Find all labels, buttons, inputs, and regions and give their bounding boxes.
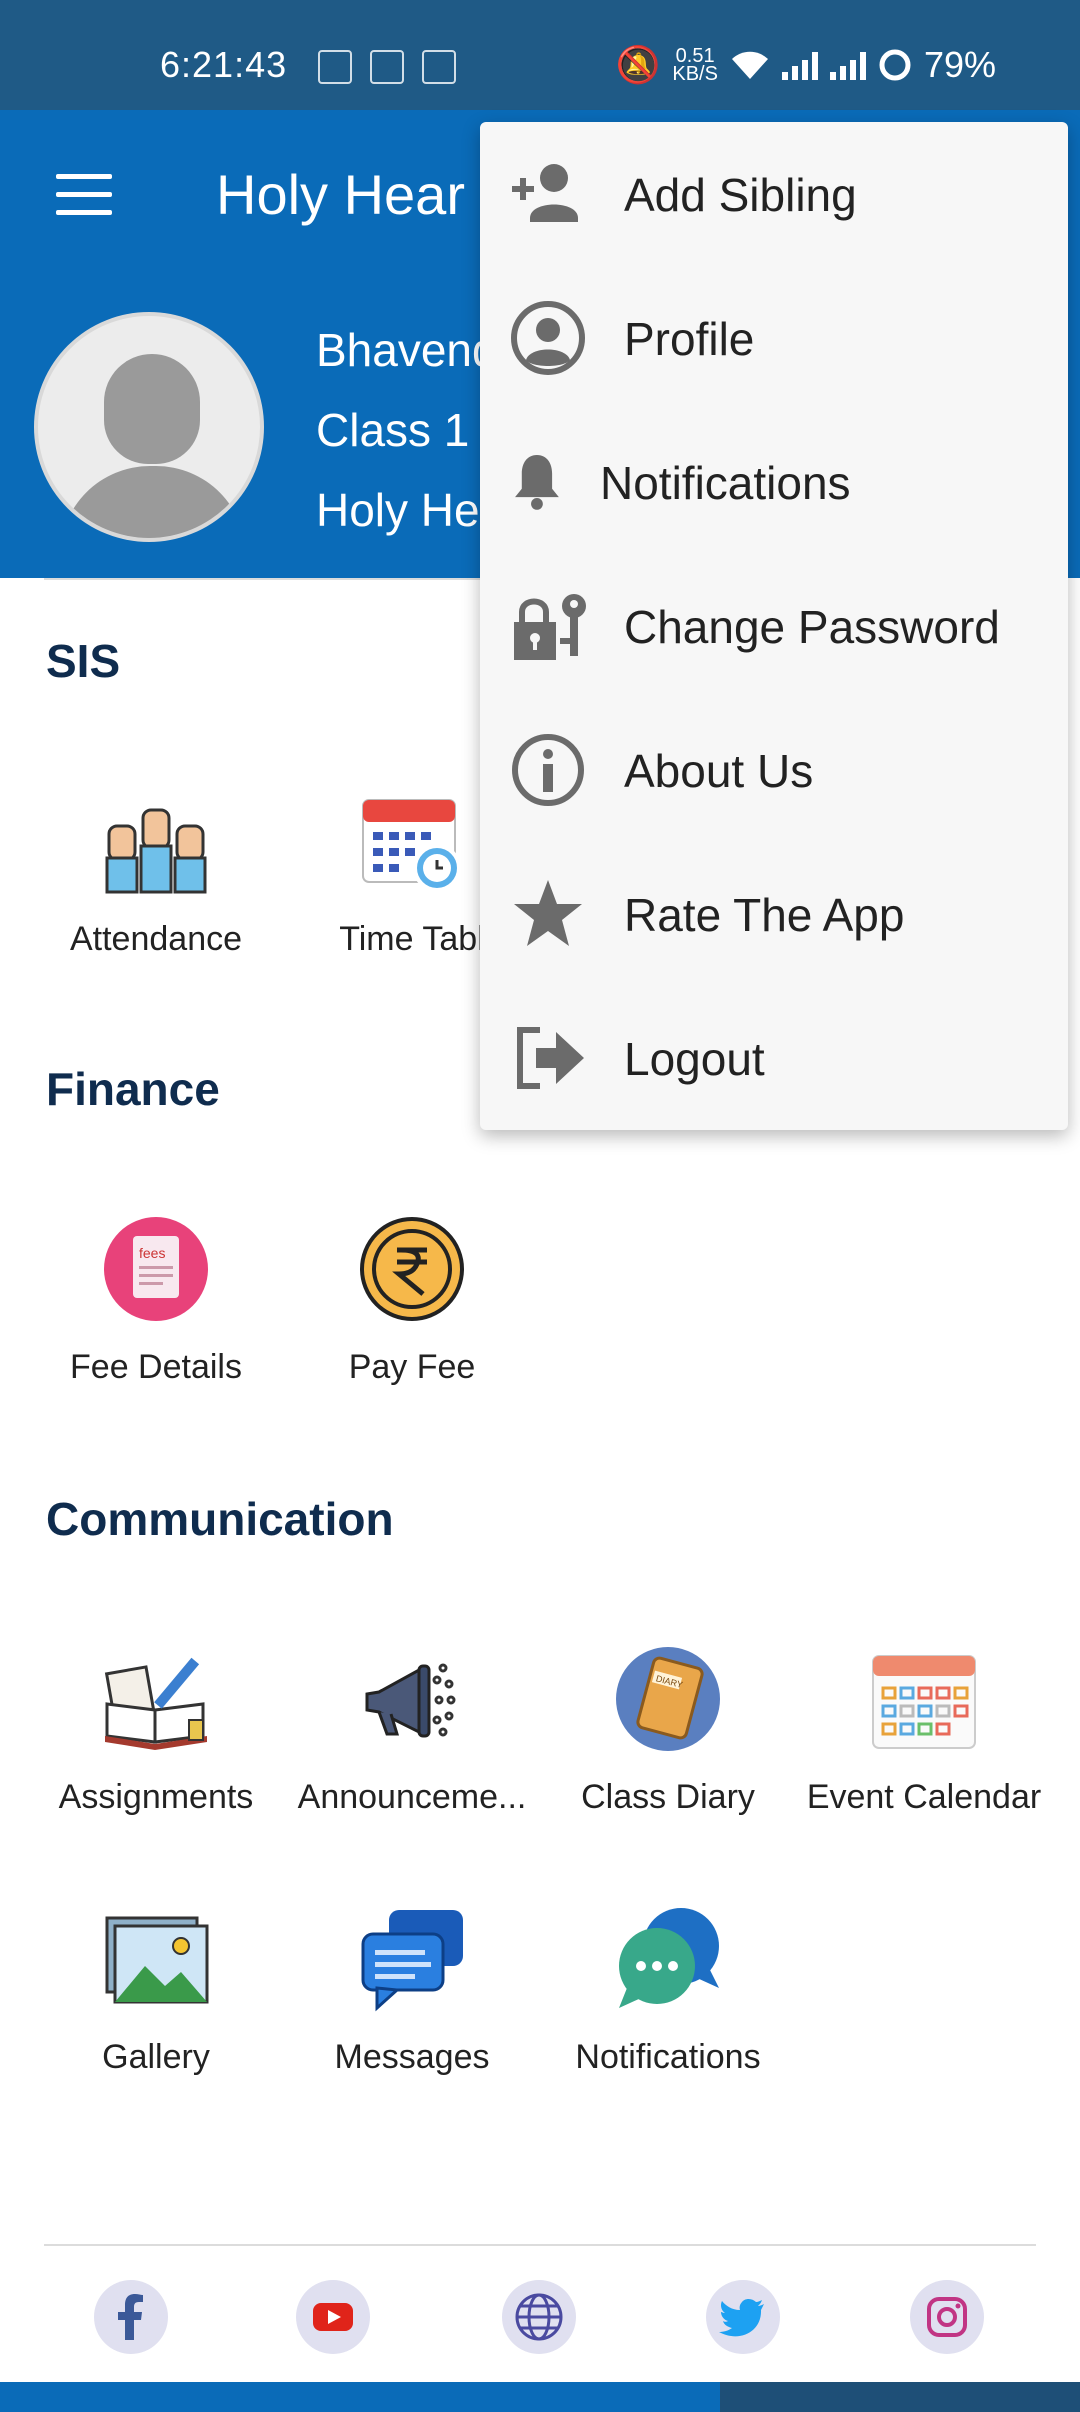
logout-icon (517, 1027, 584, 1089)
tile-messages[interactable]: Messages (284, 1904, 540, 2077)
tile-label: Announceme... (297, 1778, 527, 1816)
profile-icon (511, 301, 585, 375)
globe-icon[interactable] (502, 2280, 576, 2354)
status-app-icons (318, 50, 456, 84)
menu-item-rate-the-app[interactable]: Rate The App (480, 842, 1068, 986)
menu-item-label: Add Sibling (624, 169, 857, 221)
menu-item-label: Notifications (600, 457, 851, 509)
chat-notification-icon (613, 1904, 723, 2014)
book-pencil-icon (101, 1644, 211, 1754)
school-name: Holy He (316, 484, 480, 536)
info-icon (512, 734, 584, 806)
nav-bar-strip (720, 2382, 1080, 2412)
avatar[interactable] (34, 312, 264, 542)
tile-attendance[interactable]: Attendance (28, 786, 284, 959)
star-icon (514, 880, 582, 946)
section-title-sis: SIS (46, 635, 121, 687)
menu-item-notifications[interactable]: Notifications (480, 410, 1068, 554)
fees-doc-icon: fees (101, 1214, 211, 1324)
tile-notifications[interactable]: Notifications (540, 1904, 796, 2077)
menu-icon[interactable] (56, 174, 112, 216)
tile-fee-details[interactable]: fees Fee Details (28, 1214, 284, 1387)
twitter-icon[interactable] (706, 2280, 780, 2354)
battery-level: 79% (923, 44, 996, 85)
battery-ring-icon (879, 49, 911, 81)
menu-item-add-sibling[interactable]: Add Sibling (480, 122, 1068, 266)
chat-bubbles-icon (357, 1904, 467, 2014)
rupee-coin-icon (357, 1214, 467, 1324)
instagram-icon[interactable] (910, 2280, 984, 2354)
status-time: 6:21:43 (160, 44, 288, 85)
facebook-icon[interactable] (94, 2280, 168, 2354)
gallery-image-icon (101, 1904, 211, 2014)
tile-label: Class Diary (581, 1778, 755, 1816)
megaphone-icon (357, 1644, 467, 1754)
tile-label: Messages (334, 2038, 490, 2076)
diary-icon: DIARY (613, 1644, 723, 1754)
network-speed: 0.51 KB/S (672, 46, 718, 85)
timetable-calendar-icon (357, 786, 467, 896)
event-calendar-icon (869, 1644, 979, 1754)
wifi-icon (731, 51, 768, 79)
app-notification-icon (422, 50, 456, 84)
tile-label: Attendance (69, 920, 243, 958)
menu-item-profile[interactable]: Profile (480, 266, 1068, 410)
student-name: Bhavend (316, 324, 498, 376)
menu-item-label: Rate The App (624, 889, 905, 941)
signal-icon (781, 50, 818, 80)
tile-label: Pay Fee (348, 1348, 476, 1386)
tile-class-diary[interactable]: DIARY Class Diary (540, 1644, 796, 1817)
tile-pay-fee[interactable]: Pay Fee (284, 1214, 540, 1387)
overflow-menu: Add Sibling Profile Notifications Change… (480, 122, 1068, 1130)
net-speed-unit: KB/S (672, 63, 718, 85)
signal-roaming-icon (829, 50, 866, 80)
app-notification-icon (370, 50, 404, 84)
status-bar: 6:21:43 🔕 0.51 KB/S 79% (0, 0, 1080, 110)
menu-item-label: Change Password (624, 601, 1000, 653)
tile-event-calendar[interactable]: Event Calendar (796, 1644, 1052, 1817)
raised-hands-icon (101, 786, 211, 896)
menu-item-label: About Us (624, 745, 814, 797)
app-notification-icon (318, 50, 352, 84)
tile-announcements[interactable]: Announceme... (284, 1644, 540, 1817)
status-right: 🔕 0.51 KB/S 79% (616, 44, 996, 86)
bell-icon (515, 455, 559, 510)
app-title: Holy Hear (216, 163, 465, 226)
footer-divider (44, 2244, 1036, 2246)
student-info: Bhavend Class 1 Holy He (316, 310, 498, 550)
section-title-communication: Communication (46, 1493, 394, 1545)
student-class: Class 1 (316, 404, 470, 456)
menu-item-label: Profile (624, 313, 755, 365)
tile-label: Assignments (58, 1778, 254, 1816)
menu-item-logout[interactable]: Logout (480, 986, 1068, 1130)
nav-bar-strip (0, 2382, 720, 2412)
mute-icon: 🔕 (615, 44, 661, 85)
menu-item-about-us[interactable]: About Us (480, 698, 1068, 842)
youtube-icon[interactable] (296, 2280, 370, 2354)
tile-gallery[interactable]: Gallery (28, 1904, 284, 2077)
tile-label: Event Calendar (806, 1778, 1042, 1816)
tile-label: Gallery (102, 2038, 210, 2076)
menu-item-change-password[interactable]: Change Password (480, 554, 1068, 698)
menu-item-label: Logout (624, 1033, 765, 1085)
lock-key-icon (514, 594, 586, 660)
tile-assignments[interactable]: Assignments (28, 1644, 284, 1817)
add-person-icon (512, 164, 578, 222)
section-title-finance: Finance (46, 1063, 220, 1115)
tile-label: Notifications (575, 2038, 761, 2076)
tile-label: Fee Details (70, 1348, 242, 1386)
svg-text:fees: fees (139, 1245, 165, 1261)
